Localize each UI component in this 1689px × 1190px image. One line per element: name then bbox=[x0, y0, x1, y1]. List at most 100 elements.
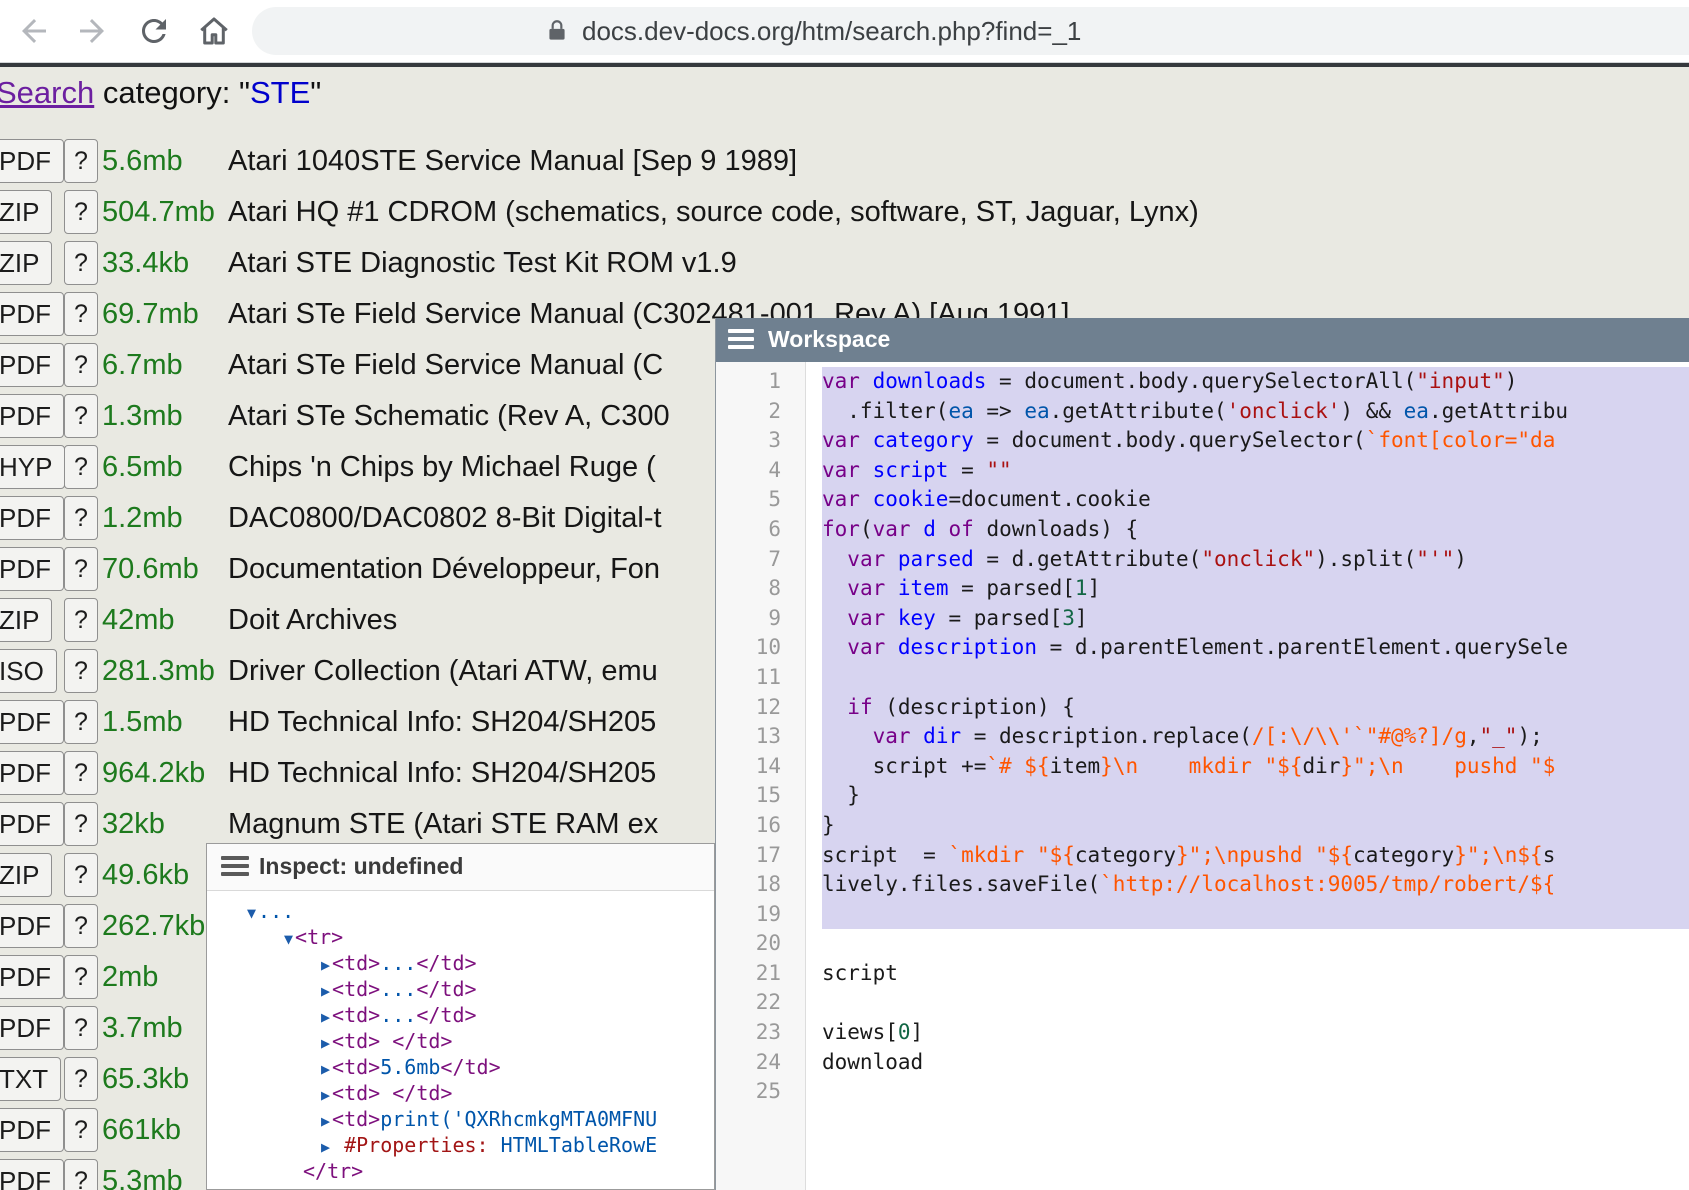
help-button[interactable]: ? bbox=[64, 241, 98, 285]
file-type-button[interactable]: ZIP bbox=[0, 853, 52, 897]
code-editor[interactable]: 1234567891011121314151617181920212223242… bbox=[716, 362, 1689, 1190]
file-type-button[interactable]: ZIP bbox=[0, 598, 52, 642]
expand-arrow-icon[interactable]: ▶ bbox=[321, 1008, 330, 1026]
help-button[interactable]: ? bbox=[64, 190, 98, 234]
file-type-button[interactable]: PDF bbox=[0, 751, 64, 795]
file-type-button[interactable]: PDF bbox=[0, 547, 64, 591]
file-row: ZIP?504.7mbAtari HQ #1 CDROM (schematics… bbox=[0, 190, 1689, 236]
tree-token: </td> bbox=[416, 951, 476, 975]
dom-tree-node: ▶<td> </td> bbox=[321, 1080, 452, 1106]
help-button[interactable]: ? bbox=[64, 343, 98, 387]
back-icon[interactable] bbox=[16, 13, 52, 49]
code-token: `http://localhost:9005/tmp/robert/${ bbox=[1100, 872, 1555, 896]
file-size: 2mb bbox=[102, 961, 158, 994]
tree-token: </td> bbox=[392, 1029, 452, 1053]
collapse-arrow-icon[interactable]: ▼ bbox=[247, 904, 256, 922]
help-button[interactable]: ? bbox=[64, 802, 98, 846]
help-button[interactable]: ? bbox=[64, 547, 98, 591]
file-type-button[interactable]: PDF bbox=[0, 1108, 64, 1152]
code-token: ea bbox=[1024, 399, 1049, 423]
chrome-separator-dark bbox=[0, 63, 1689, 67]
menu-icon[interactable] bbox=[221, 856, 249, 878]
code-token bbox=[822, 695, 847, 719]
url-text[interactable]: docs.dev-docs.org/htm/search.php?find=_1 bbox=[582, 16, 1081, 47]
line-number: 3 bbox=[716, 426, 805, 456]
line-number: 1 bbox=[716, 367, 805, 397]
code-token: "input" bbox=[1416, 369, 1505, 393]
line-number: 7 bbox=[716, 545, 805, 575]
home-icon[interactable] bbox=[196, 13, 232, 49]
file-type-button[interactable]: PDF bbox=[0, 1159, 64, 1190]
code-line: views[0] bbox=[822, 1018, 1689, 1048]
help-button[interactable]: ? bbox=[64, 955, 98, 999]
file-size: 6.5mb bbox=[102, 451, 183, 484]
expand-arrow-icon[interactable]: ▶ bbox=[321, 982, 330, 1000]
file-type-button[interactable]: PDF bbox=[0, 955, 64, 999]
code-token: dir bbox=[1302, 754, 1340, 778]
help-button[interactable]: ? bbox=[64, 598, 98, 642]
code-token: => bbox=[974, 399, 1025, 423]
collapse-arrow-icon[interactable]: ▼ bbox=[284, 930, 293, 948]
file-type-button[interactable]: PDF bbox=[0, 394, 64, 438]
lock-icon[interactable] bbox=[544, 18, 570, 44]
file-size: 661kb bbox=[102, 1114, 181, 1147]
help-button[interactable]: ? bbox=[64, 904, 98, 948]
help-button[interactable]: ? bbox=[64, 649, 98, 693]
file-type-button[interactable]: PDF bbox=[0, 700, 64, 744]
help-button[interactable]: ? bbox=[64, 1057, 98, 1101]
help-button[interactable]: ? bbox=[64, 292, 98, 336]
file-type-button[interactable]: PDF bbox=[0, 904, 64, 948]
file-type-button[interactable]: ZIP bbox=[0, 241, 52, 285]
help-button[interactable]: ? bbox=[64, 751, 98, 795]
url-bar[interactable]: docs.dev-docs.org/htm/search.php?find=_1 bbox=[252, 7, 1689, 55]
expand-arrow-icon[interactable]: ▶ bbox=[321, 956, 330, 974]
forward-icon[interactable] bbox=[74, 13, 110, 49]
file-type-button[interactable]: HYP bbox=[0, 445, 65, 489]
file-type-button[interactable]: ZIP bbox=[0, 190, 52, 234]
tree-token: </td> bbox=[416, 977, 476, 1001]
file-type-button[interactable]: PDF bbox=[0, 292, 64, 336]
code-line bbox=[822, 900, 1689, 930]
help-button[interactable]: ? bbox=[64, 139, 98, 183]
help-button[interactable]: ? bbox=[64, 1108, 98, 1152]
code-token: 1 bbox=[1075, 576, 1088, 600]
expand-arrow-icon[interactable]: ▶ bbox=[321, 1112, 330, 1130]
help-button[interactable]: ? bbox=[64, 853, 98, 897]
code-token: = parsed[ bbox=[948, 576, 1074, 600]
line-number: 23 bbox=[716, 1018, 805, 1048]
file-title: Driver Collection (Atari ATW, emu bbox=[228, 655, 658, 688]
workspace-titlebar[interactable]: Workspace bbox=[716, 318, 1689, 362]
file-type-button[interactable]: TXT bbox=[0, 1057, 61, 1101]
code-line: var downloads = document.body.querySelec… bbox=[822, 367, 1689, 397]
expand-arrow-icon[interactable]: ▶ bbox=[321, 1086, 330, 1104]
file-type-button[interactable]: PDF bbox=[0, 802, 64, 846]
code-token: category bbox=[1353, 843, 1454, 867]
code-token bbox=[936, 517, 949, 541]
code-token: var bbox=[847, 547, 885, 571]
help-button[interactable]: ? bbox=[64, 394, 98, 438]
menu-icon[interactable] bbox=[728, 329, 754, 351]
inspect-titlebar[interactable]: Inspect: undefined bbox=[207, 844, 714, 891]
reload-icon[interactable] bbox=[136, 13, 172, 49]
help-button[interactable]: ? bbox=[64, 700, 98, 744]
expand-arrow-icon[interactable]: ▶ bbox=[321, 1138, 330, 1156]
code-token: item bbox=[1050, 754, 1101, 778]
dom-tree[interactable]: ▼...▼<tr>▶<td>...</td>▶<td>...</td>▶<td>… bbox=[207, 898, 714, 1189]
code-token: `font[color="da bbox=[1366, 428, 1556, 452]
file-type-button[interactable]: ISO bbox=[0, 649, 57, 693]
file-type-button[interactable]: PDF bbox=[0, 343, 64, 387]
inspect-title: Inspect: undefined bbox=[259, 853, 463, 880]
code-token: = d.getAttribute( bbox=[974, 547, 1202, 571]
help-button[interactable]: ? bbox=[64, 445, 98, 489]
code-area[interactable]: var downloads = document.body.querySelec… bbox=[807, 362, 1689, 1190]
expand-arrow-icon[interactable]: ▶ bbox=[321, 1034, 330, 1052]
file-type-button[interactable]: PDF bbox=[0, 139, 64, 183]
help-button[interactable]: ? bbox=[64, 1006, 98, 1050]
file-type-button[interactable]: PDF bbox=[0, 1006, 64, 1050]
help-button[interactable]: ? bbox=[64, 1159, 98, 1190]
file-type-button[interactable]: PDF bbox=[0, 496, 64, 540]
line-number: 16 bbox=[716, 811, 805, 841]
expand-arrow-icon[interactable]: ▶ bbox=[321, 1060, 330, 1078]
help-button[interactable]: ? bbox=[64, 496, 98, 540]
code-token: 0 bbox=[898, 1020, 911, 1044]
